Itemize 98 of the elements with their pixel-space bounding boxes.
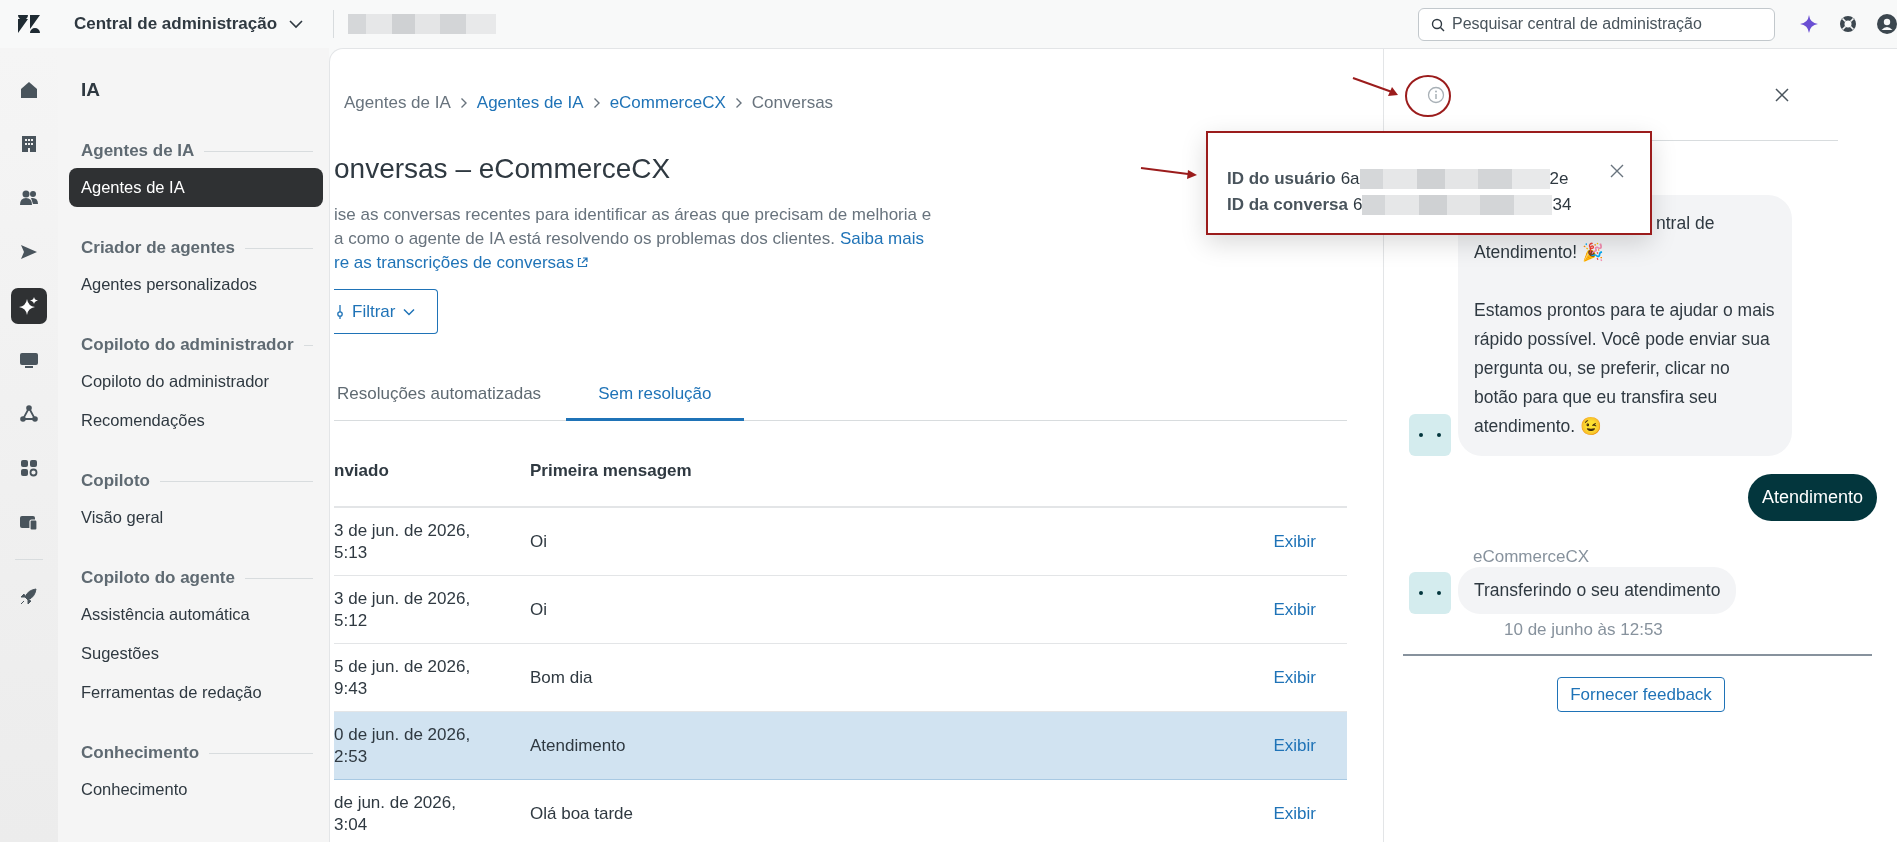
filter-button[interactable]: Filtrar (334, 289, 438, 334)
date-cell-line: 3 de jun. de 2026, (334, 587, 472, 610)
id-value: 6a (1340, 169, 1360, 189)
table-cell: Bom dia (530, 667, 593, 687)
nav-item[interactable]: Agentes personalizados (69, 265, 323, 304)
building-icon (19, 134, 39, 154)
nav-section-heading: Copiloto (81, 471, 150, 491)
view-link[interactable]: Exibir (1273, 667, 1316, 687)
tab[interactable]: Resoluções automatizadas (334, 384, 567, 421)
column-header: nviado (334, 461, 390, 481)
nav-item[interactable]: Copiloto do administrador (69, 362, 323, 401)
table-cell: Oi (530, 599, 547, 619)
date-cell-line: 0 de jun. de 2026, (334, 723, 472, 746)
close-icon[interactable] (1610, 164, 1624, 178)
id-value: 6 (1352, 195, 1363, 215)
nav-section-heading: Copiloto do administrador (81, 335, 294, 355)
monitor-icon (19, 350, 39, 370)
people-icon (19, 188, 39, 208)
message-text: Atendimento! 🎉 (1474, 241, 1605, 264)
date-cell-line: 5 de jun. de 2026, (334, 655, 472, 678)
chevron-right-icon (592, 97, 601, 109)
user-message-bubble: Atendimento (1747, 474, 1877, 521)
nav-item[interactable]: Conhecimento (69, 770, 323, 809)
id-label: ID da conversa (1227, 195, 1348, 215)
bot-avatar-icon (1409, 572, 1451, 614)
paper-plane-icon (19, 242, 39, 262)
date-cell-line: 9:43 (334, 677, 369, 700)
selected-row[interactable]: 0 de jun. de 2026, 2:53 Atendimento Exibir (334, 712, 1347, 780)
rail-sparkle-button[interactable] (11, 288, 47, 324)
view-link[interactable]: Exibir (1273, 599, 1316, 619)
nav-section-heading: Copiloto do agente (81, 568, 235, 588)
date-cell-line: 5:12 (334, 609, 369, 632)
nav-item[interactable]: Ferramentas de redação (69, 673, 323, 712)
nav-item[interactable]: Agentes de IA (69, 168, 323, 207)
bot-avatar-icon (1409, 414, 1451, 456)
logo-icon[interactable] (18, 15, 40, 33)
apps-grid-icon (19, 458, 39, 478)
chevron-down-icon (289, 19, 304, 29)
annotation-circle (1404, 74, 1452, 118)
date-cell-line: 5:13 (334, 541, 369, 564)
chevron-right-icon (459, 97, 468, 109)
table-row[interactable]: 3 de jun. de 2026, 5:12 Oi Exibir (334, 576, 1347, 644)
breadcrumb-link[interactable]: eCommerceCX (609, 93, 726, 113)
id-label: ID do usuário (1227, 169, 1336, 189)
view-link[interactable]: Exibir (1273, 803, 1316, 823)
view-link[interactable]: Exibir (1273, 531, 1316, 551)
annotation-arrow (1352, 76, 1400, 98)
rocket-icon (19, 587, 39, 607)
chevron-down-icon (403, 307, 416, 316)
breadcrumb-item: Conversas (751, 93, 834, 113)
filter-icon (336, 303, 344, 320)
date-cell-line: 3:04 (334, 813, 369, 836)
table-cell: Oi (530, 531, 547, 551)
description-text: ise as conversas recentes para identificar as áreas que precisam de melhoria e (334, 205, 932, 224)
nav-section-heading: Conhecimento (81, 743, 200, 763)
table-row[interactable]: 3 de jun. de 2026, 5:13 Oi Exibir (334, 508, 1347, 576)
nav-item[interactable]: Sugestões (69, 634, 323, 673)
table-cell: Atendimento (530, 735, 626, 755)
close-icon[interactable] (1774, 86, 1790, 103)
feedback-button[interactable]: Fornecer feedback (1557, 677, 1725, 712)
table-cell: Olá boa tarde (530, 803, 633, 823)
home-icon (19, 80, 39, 100)
nav-item[interactable]: Assistência automática (69, 595, 323, 634)
table-row[interactable]: de jun. de 2026, 3:04 Olá boa tarde Exibir (334, 780, 1347, 842)
nav-item[interactable]: Recomendações (69, 401, 323, 440)
nav-section-heading: Criador de agentes (81, 238, 235, 258)
nav-section-heading: Agentes de IA (81, 141, 195, 161)
connected-nodes-icon (19, 404, 39, 424)
nav-title: IA (80, 78, 101, 102)
avatar-icon[interactable] (1877, 14, 1897, 34)
app-switcher[interactable]: Central de administração (74, 14, 304, 34)
date-cell-line: 3 de jun. de 2026, (334, 519, 472, 542)
date-cell-line: 2:53 (334, 745, 369, 768)
id-value: 2e (1549, 169, 1569, 189)
annotation-arrow (1140, 166, 1198, 180)
message-text: ntral de (1656, 212, 1716, 235)
support-icon[interactable] (1839, 15, 1857, 33)
sparkle-icon (19, 296, 39, 316)
page-title: onversas – eCommerceCX (334, 153, 671, 186)
date-cell-line: de jun. de 2026, (334, 791, 457, 814)
message-text: Transferindo o seu atendimento (1474, 579, 1721, 602)
search-field[interactable]: Pesquisar central de administração (1418, 7, 1775, 41)
sparkle-icon[interactable] (1799, 14, 1819, 34)
sender-name: eCommerceCX (1472, 547, 1591, 567)
chevron-right-icon (734, 97, 743, 109)
id-value: 34 (1552, 195, 1572, 215)
tab[interactable]: Sem resolução (566, 384, 744, 421)
learn-more-link[interactable]: Saiba mais (839, 229, 924, 248)
view-link[interactable]: Exibir (1273, 735, 1316, 755)
learn-more-link[interactable]: re as transcrições de conversas (334, 253, 588, 272)
nav-item[interactable]: Visão geral (69, 498, 323, 537)
description-text: a como o agente de IA está resolvendo os problemas dos clientes. (334, 229, 835, 248)
breadcrumb-link[interactable]: Agentes de IA (476, 93, 584, 113)
column-header: Primeira mensagem (530, 461, 693, 481)
message-text: Estamos prontos para te ajudar o mais rápido possível. Você pode enviar sua pergunta ou, se preferir, clicar no botão para que eu transfira seu atendimento. 😉 (1474, 299, 1776, 438)
search-icon (1431, 17, 1445, 32)
message-timestamp: 10 de junho às 12:53 (1503, 620, 1664, 640)
breadcrumb-item: Agentes de IA (344, 93, 451, 113)
